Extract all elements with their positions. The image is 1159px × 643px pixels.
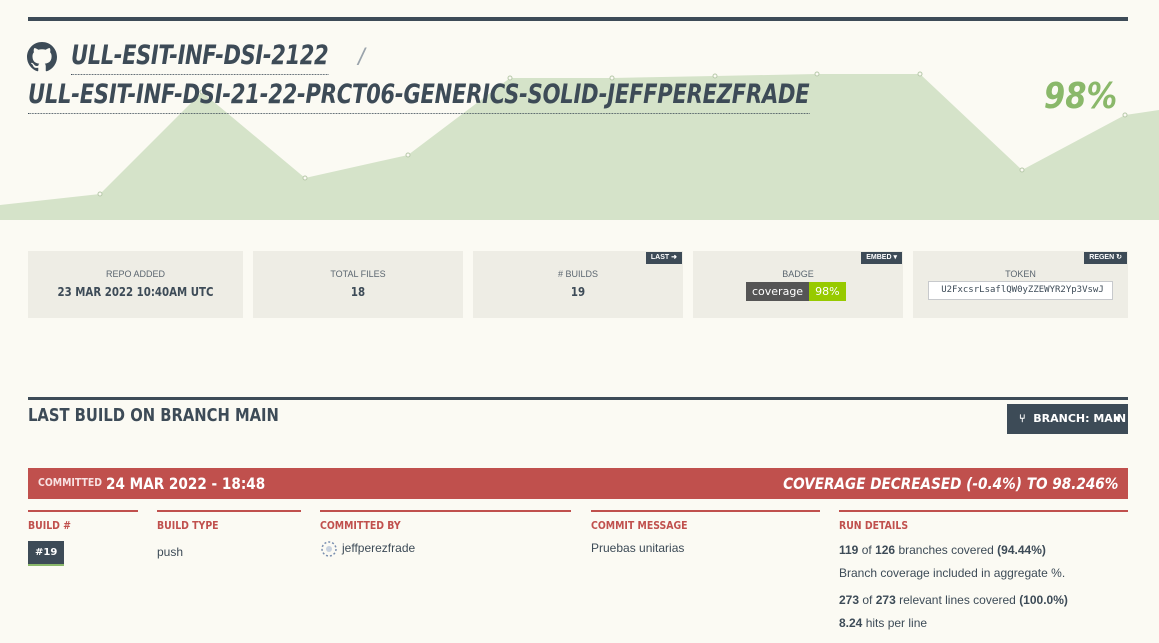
top-divider — [28, 17, 1128, 21]
avatar — [321, 541, 337, 557]
stat-label: TOKEN — [1005, 269, 1036, 279]
path-separator: / — [358, 44, 365, 71]
hits-value: 8.24 — [839, 616, 863, 630]
branches-covered-line: 119 of 126 branches covered (94.44%) — [839, 539, 1128, 562]
committed-by-column: COMMITTED BY jeffperezfrade — [320, 510, 571, 558]
run-details-column: RUN DETAILS 119 of 126 branches covered … — [839, 510, 1128, 635]
hits-line: 8.24 hits per line — [839, 612, 1128, 635]
github-icon[interactable] — [27, 42, 57, 72]
badge-right: 98% — [809, 282, 846, 301]
build-number-column: BUILD # #19 — [28, 510, 138, 566]
stat-value: 19 — [570, 285, 586, 299]
stat-total-files: TOTAL FILES 18 — [253, 251, 463, 318]
token-field[interactable]: U2FxcsrLsaflQW0yZZEWYR2Yp3VswJ — [928, 281, 1113, 300]
build-number-link[interactable]: #19 — [28, 541, 65, 566]
repo-link[interactable]: ULL-ESIT-INF-DSI-21-22-PRCT06-GENERICS-S… — [28, 77, 810, 114]
regen-button-label: REGEN — [1089, 254, 1115, 261]
branch-icon: ⑂ — [1019, 412, 1026, 425]
build-type-value: push — [157, 545, 184, 559]
coverage-badge[interactable]: coverage 98% — [746, 282, 846, 301]
refresh-icon: ↻ — [1116, 254, 1122, 261]
section-divider — [28, 397, 1128, 400]
committer-name: jeffperezfrade — [342, 541, 416, 556]
lines-covered: 273 — [839, 593, 860, 607]
column-rule — [28, 510, 138, 512]
build-status-bar: COMMITTED 24 MAR 2022 - 18:48 COVERAGE D… — [28, 468, 1128, 499]
lines-pct: (100.0%) — [1019, 593, 1068, 607]
column-head: BUILD # — [28, 519, 72, 532]
stat-label: TOTAL FILES — [330, 269, 386, 279]
coverage-change: COVERAGE DECREASED (-0.4%) TO 98.246% — [782, 474, 1118, 493]
commit-message-column: COMMIT MESSAGE Pruebas unitarias — [591, 510, 820, 555]
of-text: of — [862, 593, 873, 607]
column-rule — [320, 510, 571, 512]
branches-text: branches covered — [898, 543, 994, 557]
committer[interactable]: jeffperezfrade — [320, 540, 571, 558]
branches-pct: (94.44%) — [997, 543, 1046, 557]
branch-button-label: BRANCH: MAIN — [1033, 412, 1127, 425]
stat-repo-added: REPO ADDED 23 MAR 2022 10:40AM UTC — [28, 251, 243, 318]
lines-covered-line: 273 of 273 relevant lines covered (100.0… — [839, 589, 1128, 612]
last-button-label: LAST — [650, 254, 670, 261]
stat-badge: EMBED ▾ BADGE coverage 98% — [693, 251, 903, 318]
column-head: RUN DETAILS — [839, 519, 909, 532]
of-text: of — [861, 543, 872, 557]
coverage-percentage: 98% — [1043, 76, 1117, 117]
column-rule — [591, 510, 820, 512]
branch-dropdown[interactable]: ⑂ BRANCH: MAIN ▾ — [1007, 404, 1128, 434]
embed-button[interactable]: EMBED ▾ — [861, 252, 902, 264]
last-build-button[interactable]: LAST ➜ — [645, 252, 682, 264]
column-head: COMMITTED BY — [320, 519, 401, 532]
lines-total: 273 — [875, 593, 896, 607]
branches-total: 126 — [875, 543, 896, 557]
last-build-title: LAST BUILD ON BRANCH MAIN — [28, 405, 279, 426]
hits-text: hits per line — [865, 616, 928, 630]
regen-button[interactable]: REGEN ↻ — [1084, 252, 1127, 264]
stat-label: REPO ADDED — [105, 269, 165, 279]
column-head: BUILD TYPE — [157, 519, 219, 532]
committed-label: COMMITTED — [38, 476, 103, 489]
build-type-column: BUILD TYPE push — [157, 510, 301, 559]
commit-message: Pruebas unitarias — [591, 541, 685, 555]
column-rule — [839, 510, 1128, 512]
stat-value: 18 — [350, 285, 366, 299]
stat-value: 23 MAR 2022 10:40AM UTC — [57, 285, 214, 299]
column-head: COMMIT MESSAGE — [591, 519, 688, 532]
org-link[interactable]: ULL-ESIT-INF-DSI-2122 — [71, 38, 329, 75]
aggregate-note: Branch coverage included in aggregate %. — [839, 566, 1066, 580]
stat-label: # BUILDS — [557, 269, 599, 279]
lines-text: relevant lines covered — [899, 593, 1016, 607]
stat-label: BADGE — [782, 269, 814, 279]
arrow-right-icon: ➜ — [671, 254, 677, 261]
stat-builds: LAST ➜ # BUILDS 19 — [473, 251, 683, 318]
commit-time: 24 MAR 2022 - 18:48 — [106, 474, 266, 493]
chevron-down-icon: ▾ — [1114, 412, 1120, 425]
branches-covered: 119 — [839, 543, 859, 557]
stat-token: REGEN ↻ TOKEN U2FxcsrLsaflQW0yZZEWYR2Yp3… — [913, 251, 1128, 318]
badge-left: coverage — [746, 282, 810, 301]
column-rule — [157, 510, 301, 512]
